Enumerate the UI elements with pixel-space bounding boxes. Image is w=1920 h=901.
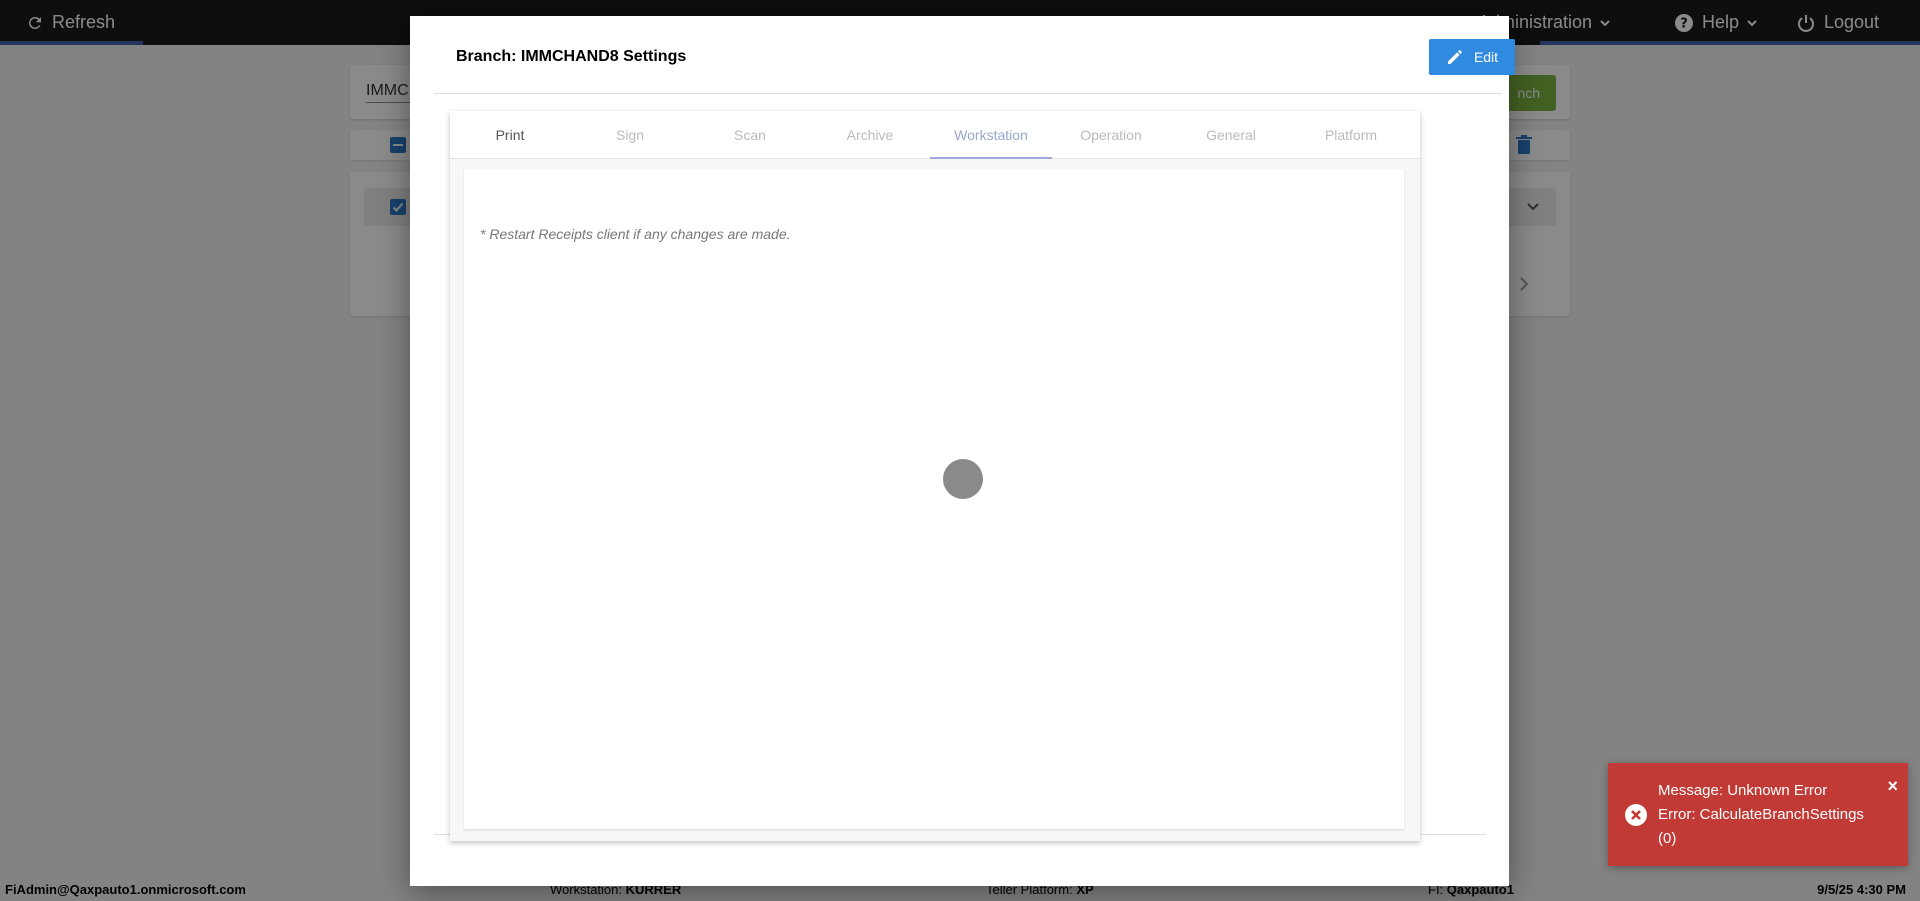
toast-line-3: (0) [1658,830,1677,847]
error-toast: Message: Unknown Error Error: CalculateB… [1608,763,1908,866]
close-icon[interactable]: × [1887,777,1898,795]
workstation-settings-card: * Restart Receipts client if any changes… [464,169,1404,829]
edit-label: Edit [1473,49,1499,65]
dialog-body: Print Sign Scan Archive Workstation Oper… [434,95,1486,841]
edit-button[interactable]: Edit [1429,39,1515,75]
tab-operation[interactable]: Operation [1051,111,1171,159]
tab-sign[interactable]: Sign [570,111,690,159]
loading-spinner [943,459,983,499]
error-icon [1625,804,1647,826]
toast-message: Message: Unknown Error Error: CalculateB… [1658,779,1864,851]
tab-archive[interactable]: Archive [810,111,930,159]
tab-general[interactable]: General [1171,111,1291,159]
restart-note: * Restart Receipts client if any changes… [480,226,791,242]
tab-platform[interactable]: Platform [1291,111,1411,159]
pencil-icon [1447,50,1462,64]
branch-settings-dialog: Branch: IMMCHAND8 Settings Edit Print Si… [410,16,1515,886]
toast-line-2: Error: CalculateBranchSettings [1658,806,1864,823]
tab-scan[interactable]: Scan [690,111,810,159]
tab-print[interactable]: Print [450,111,570,159]
tab-workstation[interactable]: Workstation [931,111,1051,159]
settings-tabs: Print Sign Scan Archive Workstation Oper… [450,111,1420,159]
toast-line-1: Message: Unknown Error [1658,782,1828,799]
tab-ink-bar [930,157,1052,159]
settings-panel: Print Sign Scan Archive Workstation Oper… [450,111,1420,841]
dialog-title: Branch: IMMCHAND8 Settings [456,48,687,65]
dialog-header: Branch: IMMCHAND8 Settings Edit [434,39,1515,94]
